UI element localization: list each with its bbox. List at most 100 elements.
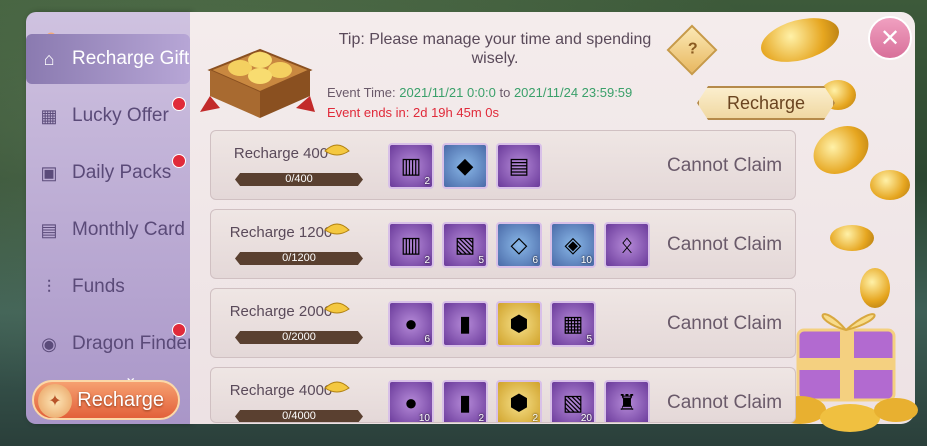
item-count: 2 bbox=[532, 413, 538, 423]
chart-icon: ⫶ bbox=[46, 276, 52, 297]
orb-icon: ● bbox=[404, 311, 418, 336]
sidebar-item-label: Funds bbox=[72, 276, 125, 297]
sidebar-item-lucky-offer[interactable]: ▦ Lucky Offer bbox=[26, 91, 190, 141]
claim-status: Cannot Claim bbox=[667, 392, 783, 413]
event-countdown: Event ends in: 2d 19h 45m 0s bbox=[327, 105, 500, 120]
notification-dot bbox=[172, 323, 186, 337]
item-count: 10 bbox=[418, 413, 430, 423]
item-count: 5 bbox=[586, 334, 592, 345]
amber-icon: ◈ bbox=[564, 232, 582, 257]
event-to: to bbox=[495, 85, 514, 100]
item-count: 20 bbox=[580, 413, 592, 423]
notification-dot bbox=[172, 97, 186, 111]
tip-text: Tip: Please manage your time and spendin… bbox=[338, 31, 652, 67]
reward-row-1200: Recharge 1200 0/1200 ▥ 2 ▧ 5 ◇ 6 ◈ 10 ᛟ Cann… bbox=[210, 209, 796, 279]
coin-decoration bbox=[870, 170, 910, 200]
claim-status: Cannot Claim bbox=[667, 313, 783, 334]
recharge-button[interactable]: Recharge bbox=[697, 86, 835, 120]
necklace-icon: ᛟ bbox=[620, 232, 634, 257]
chest-open-icon: ▦ bbox=[562, 311, 584, 336]
ore-icon: ⬢ bbox=[509, 390, 529, 415]
book-icon: ▮ bbox=[458, 390, 472, 415]
sidebar-item-label: Recharge Gift bbox=[72, 48, 190, 69]
close-icon: ✕ bbox=[879, 24, 901, 52]
armor-icon: ♜ bbox=[617, 390, 637, 415]
progress-bar: 0/2000 bbox=[235, 331, 363, 344]
reward-item[interactable]: ● 6 bbox=[388, 301, 434, 347]
close-button[interactable]: ✕ bbox=[868, 16, 912, 60]
reward-item[interactable]: ▮ bbox=[442, 301, 488, 347]
item-count: 2 bbox=[478, 413, 484, 423]
sidebar-item-dragon-finder[interactable]: ◉ Dragon Finder bbox=[26, 319, 193, 369]
sidebar-item-label: Daily Packs bbox=[72, 162, 172, 183]
reward-row-4000: Recharge 4000 0/4000 ● 10 ▮ 2 ⬢ 2 ▧ 20 ♜ Can… bbox=[210, 367, 796, 423]
item-count: 6 bbox=[424, 334, 430, 345]
progress-bar: 0/1200 bbox=[235, 252, 363, 265]
reward-item[interactable]: ▧ 20 bbox=[550, 380, 596, 423]
gift-icon: ⌂ bbox=[43, 48, 55, 69]
reward-item[interactable]: ● 10 bbox=[388, 380, 434, 423]
reward-item[interactable]: ⬢ bbox=[496, 301, 542, 347]
event-time: Event Time: 2021/11/21 0:0:0 to 2021/11/… bbox=[327, 85, 632, 100]
offer-icon: ▦ bbox=[40, 105, 58, 126]
treasure-chest-icon: ▤ bbox=[508, 153, 530, 178]
reward-item[interactable]: ▤ bbox=[496, 143, 542, 189]
reward-items: ● 10 ▮ 2 ⬢ 2 ▧ 20 ♜ bbox=[388, 380, 650, 423]
item-count: 2 bbox=[424, 176, 430, 187]
item-count: 5 bbox=[478, 255, 484, 266]
chest-icon: ▥ bbox=[400, 153, 422, 178]
event-end: 2021/11/24 23:59:59 bbox=[513, 85, 633, 100]
reward-item[interactable]: ♜ bbox=[604, 380, 650, 422]
event-start: 2021/11/21 0:0:0 bbox=[399, 85, 496, 100]
dragon-icon: ◉ bbox=[41, 333, 57, 354]
item-count: 6 bbox=[532, 255, 538, 266]
reward-item[interactable]: ⬢ 2 bbox=[496, 380, 542, 423]
sidebar-item-label: Lucky Offer bbox=[72, 105, 169, 126]
claim-status: Cannot Claim bbox=[667, 155, 783, 176]
gem-icon: ◆ bbox=[456, 153, 474, 178]
notification-dot bbox=[172, 154, 186, 168]
scroll-icon: ▧ bbox=[454, 232, 476, 257]
item-count: 2 bbox=[424, 255, 430, 266]
reward-item[interactable]: ▥ 2 bbox=[388, 222, 434, 268]
gold-ingot-icon bbox=[324, 223, 350, 235]
treasure-box-icon bbox=[200, 48, 315, 118]
card-icon: ▤ bbox=[40, 219, 58, 240]
coin-icon: ✦ bbox=[38, 384, 72, 418]
sidebar-recharge-button[interactable]: ✦ Recharge bbox=[32, 380, 180, 420]
sidebar-item-funds[interactable]: ⫶ Funds bbox=[26, 262, 190, 312]
chest-icon: ▥ bbox=[400, 232, 422, 257]
orb-icon: ● bbox=[404, 390, 418, 415]
reward-item[interactable]: ▮ 2 bbox=[442, 380, 488, 423]
claim-status: Cannot Claim bbox=[667, 234, 783, 255]
sidebar-item-daily-packs[interactable]: ▣ Daily Packs bbox=[26, 148, 190, 198]
gold-ingot-icon bbox=[324, 302, 350, 314]
progress-bar: 0/4000 bbox=[235, 410, 363, 422]
reward-row-2000: Recharge 2000 0/2000 ● 6 ▮ ⬢ ▦ 5 Cannot Cl… bbox=[210, 288, 796, 358]
reward-item[interactable]: ◇ 6 bbox=[496, 222, 542, 268]
gold-ingot-icon bbox=[324, 144, 350, 156]
crystal-icon: ◇ bbox=[510, 232, 528, 257]
recharge-button-label: Recharge bbox=[726, 92, 806, 113]
reward-item[interactable]: ◆ bbox=[442, 143, 488, 189]
pack-icon: ▣ bbox=[40, 162, 58, 183]
gold-ingot-icon bbox=[324, 381, 350, 393]
sidebar: ✿ ⌂ Recharge Gift ▦ Lucky Offer ▣ Daily … bbox=[26, 12, 193, 424]
reward-row-400: Recharge 400 0/400 ▥ 2 ◆ ▤ Cannot Claim bbox=[210, 130, 796, 200]
event-time-label: Event Time: bbox=[327, 85, 400, 100]
reward-item[interactable]: ▦ 5 bbox=[550, 301, 596, 347]
coin-decoration bbox=[830, 225, 874, 251]
reward-item[interactable]: ▧ 5 bbox=[442, 222, 488, 268]
sidebar-item-label: Monthly Card bbox=[72, 219, 185, 240]
reward-item[interactable]: ▥ 2 bbox=[388, 143, 434, 189]
reward-items: ▥ 2 ◆ ▤ bbox=[388, 143, 542, 189]
sidebar-item-monthly-card[interactable]: ▤ Monthly Card bbox=[26, 205, 190, 255]
reward-items: ▥ 2 ▧ 5 ◇ 6 ◈ 10 ᛟ bbox=[388, 222, 650, 268]
reward-item[interactable]: ᛟ bbox=[604, 222, 650, 268]
sidebar-item-recharge-gift[interactable]: ⌂ Recharge Gift bbox=[26, 34, 190, 84]
book-icon: ▮ bbox=[458, 311, 472, 336]
ore-icon: ⬢ bbox=[509, 311, 529, 336]
reward-item[interactable]: ◈ 10 bbox=[550, 222, 596, 268]
sidebar-recharge-label: Recharge bbox=[77, 388, 164, 411]
item-count: 10 bbox=[580, 255, 592, 266]
